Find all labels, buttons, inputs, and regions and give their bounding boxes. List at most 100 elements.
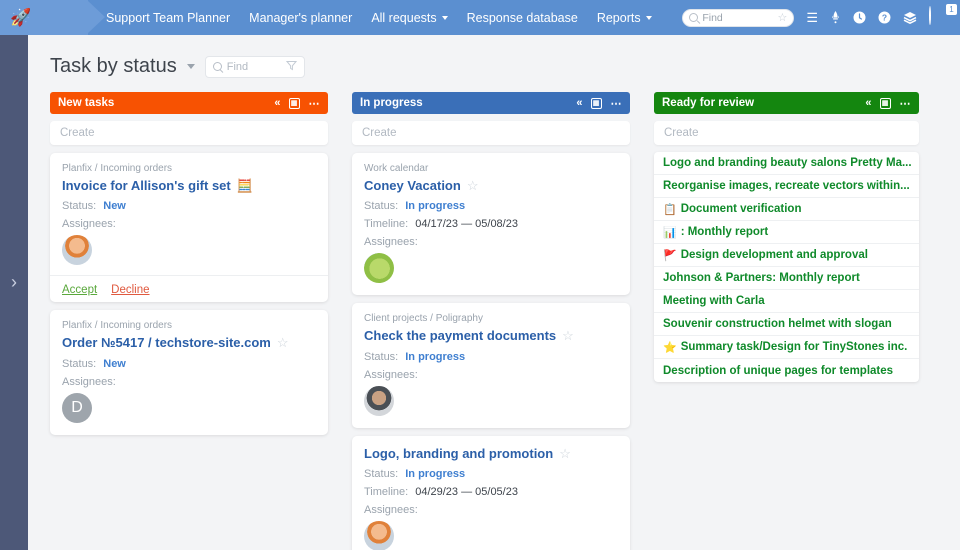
list-item[interactable]: Meeting with Carla	[654, 290, 919, 313]
list-item[interactable]: 📋 Document verification	[654, 198, 919, 221]
task-status-row: Status: In progress	[364, 468, 618, 480]
column-header[interactable]: New tasks « ▦ ⋯	[50, 92, 328, 114]
main-content: Task by status Find New tasks « ▦ ⋯ Create Pl…	[28, 35, 960, 550]
top-navigation-bar: 🚀 Support Team Planner Manager's planner A…	[0, 0, 960, 35]
task-card[interactable]: Work calendar Coney Vacation ☆ Status: In pr…	[352, 153, 630, 296]
task-timeline-row: Timeline: 04/17/23 — 05/08/23	[364, 218, 618, 230]
star-outline-icon[interactable]: ☆	[467, 178, 479, 194]
assignees-label: Assignees:	[62, 375, 116, 388]
assignee-avatar[interactable]	[364, 520, 394, 550]
kanban-board: New tasks « ▦ ⋯ Create Planfix / Incoming ord…	[28, 78, 960, 550]
list-item[interactable]: Reorganise images, recreate vectors with…	[654, 175, 919, 198]
create-placeholder: Create	[60, 127, 95, 139]
avatar-initial: D	[71, 398, 83, 416]
clock-icon[interactable]	[853, 11, 866, 24]
status-label: Status:	[62, 200, 97, 213]
create-placeholder: Create	[664, 127, 699, 139]
list-item-label: Design development and approval	[680, 249, 868, 261]
task-title-text: Coney Vacation	[364, 178, 461, 193]
task-status-row: Status: In progress	[364, 351, 618, 363]
task-title[interactable]: Coney Vacation ☆	[364, 178, 618, 194]
timeline-value: 04/29/23 — 05/05/23	[415, 485, 518, 498]
timeline-label: Timeline:	[364, 485, 409, 498]
assignee-avatar[interactable]: D	[62, 392, 92, 423]
column-title: Ready for review	[662, 97, 755, 109]
chevron-down-icon[interactable]	[441, 15, 448, 20]
global-search-box[interactable]: Find ☆	[682, 8, 795, 27]
task-title[interactable]: Check the payment documents ☆	[364, 328, 618, 344]
nav-item-reports[interactable]: Reports	[597, 11, 652, 25]
status-label: Status:	[364, 350, 399, 363]
expand-icon[interactable]: ▦	[879, 97, 891, 109]
board-column: Ready for review « ▦ ⋯ Create Logo and brandi…	[654, 92, 919, 382]
list-item[interactable]: Johnson & Partners: Monthly report	[654, 267, 919, 290]
more-icon[interactable]: ⋯	[611, 97, 623, 110]
chevron-down-icon[interactable]	[186, 64, 195, 69]
task-title-text: Check the payment documents	[364, 328, 557, 344]
layers-icon[interactable]	[903, 11, 917, 24]
assignee-avatar[interactable]	[364, 385, 394, 416]
collapse-icon[interactable]: «	[274, 97, 280, 109]
task-card[interactable]: Planfix / Incoming orders Invoice for All…	[50, 153, 328, 303]
list-item[interactable]: Logo and branding beauty salons Pretty M…	[654, 152, 919, 175]
expand-icon[interactable]: ▦	[288, 97, 300, 109]
list-item-emoji: 🚩	[663, 249, 677, 262]
star-outline-icon[interactable]: ☆	[559, 446, 571, 462]
main-nav: Support Team Planner Manager's planner All…	[106, 11, 652, 25]
search-icon	[689, 13, 699, 22]
column-header[interactable]: Ready for review « ▦ ⋯	[654, 92, 919, 114]
task-title[interactable]: Logo, branding and promotion ☆	[364, 446, 618, 462]
list-item-label: Johnson & Partners: Monthly report	[663, 272, 860, 284]
star-outline-icon[interactable]: ☆	[777, 11, 787, 24]
left-sidebar-rail[interactable]: ›	[0, 35, 28, 550]
list-item[interactable]: ⭐ Summary task/Design for TinyStones inc.	[654, 336, 919, 359]
nav-item-all-requests[interactable]: All requests	[371, 10, 448, 25]
board-filter-box[interactable]: Find	[204, 55, 305, 78]
list-item[interactable]: 🚩 Design development and approval	[654, 244, 919, 267]
task-breadcrumb: Planfix / Incoming orders	[62, 163, 173, 174]
status-value: In progress	[405, 200, 466, 213]
menu-icon[interactable]: ☰	[806, 11, 818, 24]
assignee-avatar[interactable]	[364, 253, 394, 284]
nav-item-response-database[interactable]: Response database	[467, 11, 578, 25]
chevron-down-icon[interactable]	[645, 15, 652, 20]
help-icon[interactable]: ?	[878, 11, 891, 24]
column-header[interactable]: In progress « ▦ ⋯	[352, 92, 630, 114]
nav-item-support-team-planner[interactable]: Support Team Planner	[106, 11, 230, 25]
global-search-placeholder: Find	[702, 11, 723, 24]
more-icon[interactable]: ⋯	[900, 97, 912, 110]
create-task-input[interactable]: Create	[50, 121, 328, 145]
collapse-icon[interactable]: «	[576, 97, 582, 109]
task-title-text: Logo, branding and promotion	[364, 445, 554, 461]
create-task-input[interactable]: Create	[654, 121, 919, 145]
assignee-avatar[interactable]	[62, 235, 92, 266]
task-title[interactable]: Invoice for Allison's gift set 🧮	[62, 178, 316, 194]
more-icon[interactable]: ⋯	[309, 97, 321, 110]
expand-icon[interactable]: ▦	[590, 97, 602, 109]
funnel-icon[interactable]	[285, 60, 297, 74]
nav-item-manager-s-planner[interactable]: Manager's planner	[249, 11, 352, 25]
task-card[interactable]: Planfix / Incoming orders Order №5417 / t…	[50, 310, 328, 435]
list-item[interactable]: 📊: Monthly report	[654, 221, 919, 244]
list-item-emoji: 📊	[663, 226, 677, 239]
list-item[interactable]: Souvenir construction helmet with slogan	[654, 313, 919, 336]
create-task-input[interactable]: Create	[352, 121, 630, 145]
rocket-launch-icon[interactable]	[830, 11, 841, 24]
assignees-label: Assignees:	[62, 218, 116, 231]
page-title: Task by status	[50, 55, 177, 77]
task-card[interactable]: Logo, branding and promotion ☆ Status: In p…	[352, 435, 630, 550]
star-outline-icon[interactable]: ☆	[562, 328, 574, 344]
collapse-icon[interactable]: «	[865, 97, 871, 109]
list-item[interactable]: Description of unique pages for template…	[654, 359, 919, 382]
list-item-label: Document verification	[680, 203, 802, 215]
nav-item-label: All requests	[371, 10, 437, 25]
chevron-right-icon[interactable]: ›	[11, 272, 17, 293]
app-logo[interactable]: 🚀	[0, 0, 105, 35]
task-title[interactable]: Order №5417 / techstore-site.com ☆	[62, 335, 316, 351]
task-card[interactable]: Client projects / Poligraphy Check the pa…	[352, 303, 630, 428]
accept-button[interactable]: Accept	[62, 284, 97, 296]
status-label: Status:	[364, 200, 399, 213]
star-outline-icon[interactable]: ☆	[277, 335, 289, 351]
user-avatar[interactable]: 1	[929, 4, 957, 28]
decline-button[interactable]: Decline	[111, 284, 149, 296]
